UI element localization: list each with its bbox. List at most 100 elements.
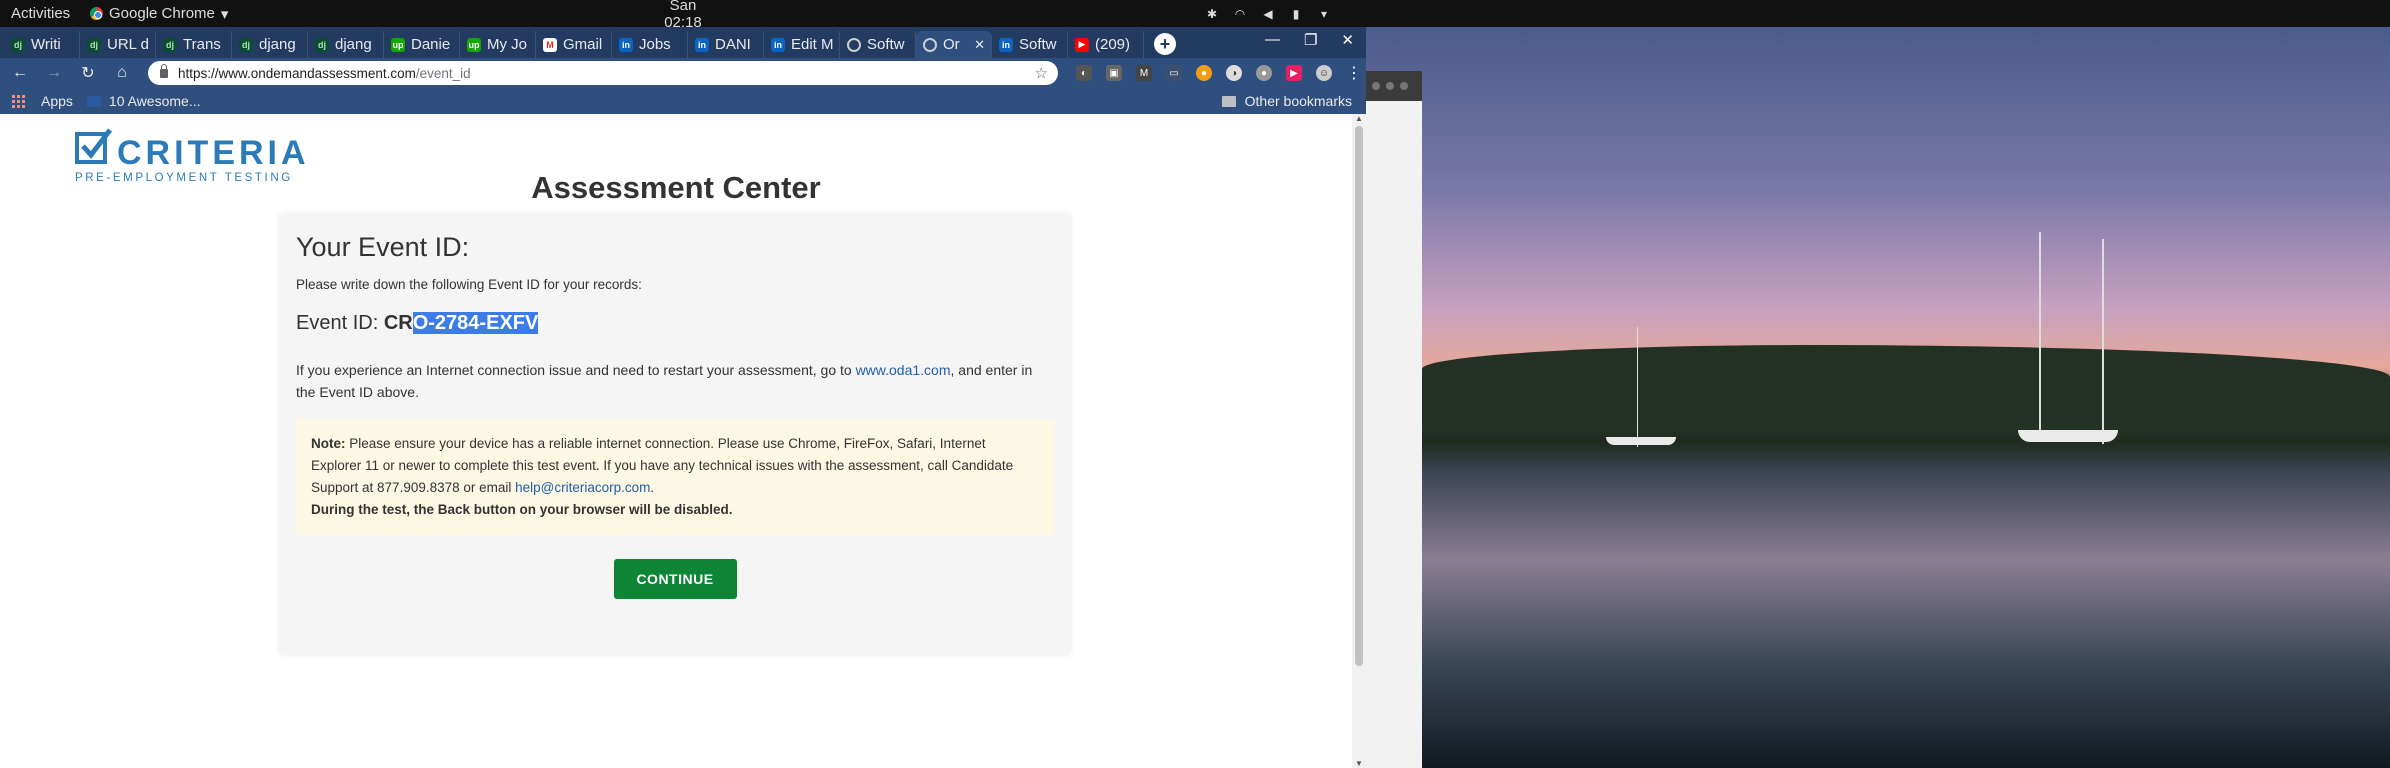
sailboat-mast [2039,232,2041,442]
wifi-icon: ◠ [1234,6,1246,21]
page-title: Assessment Center [531,170,821,205]
close-tab-icon[interactable]: ✕ [974,37,985,53]
tab-active[interactable]: Or ✕ [916,31,992,58]
menu-kebab-icon[interactable]: ⋮ [1346,65,1362,82]
home-icon[interactable]: ⌂ [114,64,130,82]
event-id-code[interactable]: CRO-2784-EXFV [384,312,539,334]
close-icon[interactable]: ✕ [1341,31,1354,49]
event-id-panel: Your Event ID: Please write down the fol… [280,214,1070,654]
slack-icon[interactable]: ✱ [1205,7,1219,21]
tab[interactable]: M Gmail [536,31,612,58]
checkbox-logo-icon [75,128,112,164]
clock[interactable]: San 02:18 [650,0,716,31]
url-path: /event_id [415,65,471,81]
page-viewport: CRITERIA PRE-EMPLOYMENT TESTING Assessme… [0,114,1352,768]
extension-icon[interactable]: ◐ [1076,65,1092,81]
background-window[interactable] [1366,71,1422,768]
maximize-icon[interactable]: ❐ [1304,31,1317,49]
restart-text: If you experience an Internet connection… [296,362,856,378]
tab-label: DANI [715,36,751,53]
tab[interactable]: in Jobs [612,31,688,58]
system-tray[interactable]: ✱ ◠ ◀ ▮ ▾ [1205,7,1331,21]
window-button-icon[interactable] [1400,82,1408,90]
other-bookmarks[interactable]: Other bookmarks [1221,93,1352,109]
battery-icon: ▮ [1292,6,1300,21]
window-controls: — ❐ ✕ [1265,31,1366,49]
bookmark-item[interactable]: 10 Awesome... [86,93,201,109]
forward-arrow-icon[interactable]: → [46,64,62,82]
extension-icon[interactable]: ● [1196,65,1212,81]
note-text: Please ensure your device has a reliable… [311,436,1014,495]
desktop-wallpaper [1366,27,2390,768]
url-host: https://www.ondemandassessment.com [178,65,416,81]
new-tab-button[interactable]: + [1154,33,1176,55]
bookmark-label: 10 Awesome... [108,93,201,109]
upwork-favicon-icon: up [391,37,405,52]
app-menu[interactable]: Google Chrome ▾ [90,5,228,23]
tab[interactable]: Softw [840,31,916,58]
event-id-label: Event ID: [296,312,384,334]
logo-brand: CRITERIA [117,134,310,172]
sailboat-hull [1606,437,1676,445]
tab[interactable]: dj Writi [4,31,80,58]
panel-heading: Your Event ID: [296,232,470,262]
tab-label: Softw [867,36,905,53]
folder-icon [1221,95,1236,107]
extension-icon[interactable]: ● [1256,65,1272,81]
caret-down-icon: ▾ [1320,6,1328,21]
tab[interactable]: in DANI [688,31,764,58]
linkedin-favicon-icon: in [771,37,785,52]
bookmarks-bar: Apps 10 Awesome... Other bookmarks [0,88,1366,114]
tab[interactable]: dj djang [232,31,308,58]
address-bar[interactable]: https://www.ondemandassessment.com/event… [148,61,1058,85]
apps-grid-icon [12,94,25,108]
event-id-code-unselected: CR [383,312,413,334]
tab-label: Edit M [791,36,834,53]
extension-icon[interactable]: ▭ [1166,65,1182,81]
tab[interactable]: dj djang [308,31,384,58]
continue-button[interactable]: CONTINUE [613,559,737,599]
window-button-icon[interactable] [1386,82,1394,90]
window-button-icon[interactable] [1372,82,1380,90]
django-favicon-icon: dj [315,37,329,52]
activities-button[interactable]: Activities [0,5,90,22]
tab[interactable]: dj URL d [80,31,156,58]
background-window-titlebar[interactable] [1366,71,1422,101]
extension-icon[interactable]: ▶ [1286,65,1302,81]
chrome-window: dj Writi dj URL d dj Trans dj djang dj djang … [0,27,1366,768]
chrome-icon [90,7,103,20]
tab[interactable]: in Edit M [764,31,840,58]
tab[interactable]: up Danie [384,31,460,58]
django-favicon-icon: dj [11,37,25,52]
page-scrollbar[interactable]: ▲ ▼ [1352,114,1366,768]
minimize-icon[interactable]: — [1265,31,1280,49]
scrollbar-thumb[interactable] [1355,126,1363,666]
tab-label: Danie [411,36,451,53]
support-email-link[interactable]: help@criteriacorp.com [515,480,650,495]
tab-label: Trans [183,36,221,53]
linkedin-favicon-icon: in [999,37,1013,52]
django-favicon-icon: dj [163,37,177,52]
extension-icon[interactable]: ◑ [1226,65,1242,81]
lock-icon[interactable] [160,63,168,78]
gmail-extension-icon[interactable]: M [1136,65,1152,81]
bookmark-apps[interactable]: Apps [12,93,73,109]
oda1-link[interactable]: www.oda1.com [856,362,951,378]
back-arrow-icon[interactable]: ← [12,64,28,82]
scroll-up-icon[interactable]: ▲ [1355,114,1363,123]
bookmark-star-icon[interactable]: ☆ [1035,64,1048,82]
volume-icon: ◀ [1263,6,1273,21]
event-id-code-selected: O-2784-EXFV [412,312,539,334]
tab[interactable]: up My Jo [460,31,536,58]
caret-down-icon: ▾ [220,5,229,23]
profile-avatar-icon[interactable]: ☺ [1316,65,1332,81]
sailboat-hull [2018,430,2118,442]
reload-icon[interactable]: ↻ [80,63,96,83]
extension-icon[interactable]: ▣ [1106,65,1122,81]
scroll-down-icon[interactable]: ▼ [1355,759,1363,768]
tab-label: Gmail [563,36,603,53]
tab[interactable]: dj Trans [156,31,232,58]
tab[interactable]: in Softw [992,31,1068,58]
sailboat-mast [1637,327,1638,447]
tab[interactable]: ▶ (209) [1068,31,1144,58]
